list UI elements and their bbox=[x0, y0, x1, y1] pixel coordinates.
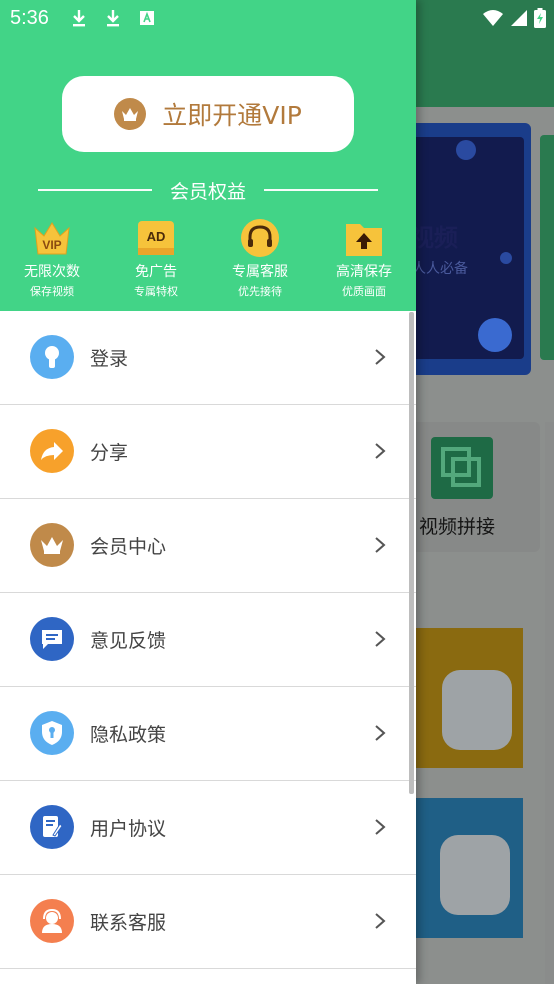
benefits-title: 会员权益 bbox=[170, 180, 247, 203]
benefit-title: 专属客服 bbox=[232, 264, 288, 280]
chevron-right-icon bbox=[375, 631, 386, 647]
menu-item-share[interactable]: 分享 bbox=[0, 405, 416, 499]
app-notification-icon bbox=[140, 11, 154, 25]
benefits-row: VIP 无限次数 保存视频 AD 免广告 专属特权 专属客服 优先接待 高清保存… bbox=[0, 218, 416, 302]
background-banner-subtitle: 人人必备 bbox=[412, 261, 468, 277]
benefit-hd-save: 高清保存 优质画面 bbox=[312, 218, 416, 299]
drawer-scrollbar[interactable] bbox=[409, 312, 414, 794]
background-card-label: 视频拼接 bbox=[419, 516, 496, 538]
menu-item-login[interactable]: 登录 bbox=[0, 311, 416, 405]
ad-icon: AD bbox=[136, 218, 176, 258]
menu-item-member-center[interactable]: 会员中心 bbox=[0, 499, 416, 593]
vip-button-label: 立即开通VIP bbox=[162, 101, 302, 130]
signal-icon bbox=[511, 10, 527, 26]
robot-illustration bbox=[442, 670, 512, 750]
benefit-title: 高清保存 bbox=[336, 264, 392, 280]
benefit-support: 专属客服 优先接待 bbox=[208, 218, 312, 299]
download-icon bbox=[107, 10, 119, 27]
video-merge-icon bbox=[431, 437, 493, 499]
support-agent-icon bbox=[30, 899, 74, 943]
robot-illustration bbox=[440, 835, 510, 915]
menu-item-user-agreement[interactable]: 用户协议 bbox=[0, 781, 416, 875]
chevron-right-icon bbox=[375, 819, 386, 835]
folder-upload-icon bbox=[344, 218, 384, 258]
document-icon bbox=[30, 805, 74, 849]
divider bbox=[38, 189, 152, 191]
chat-bubble-icon bbox=[30, 617, 74, 661]
wifi-icon bbox=[483, 10, 503, 26]
benefits-header: 会员权益 bbox=[38, 176, 379, 204]
menu-item-label: 意见反馈 bbox=[90, 630, 167, 652]
menu-item-label: 分享 bbox=[90, 442, 129, 464]
chevron-right-icon bbox=[375, 725, 386, 741]
menu-item-label: 联系客服 bbox=[90, 912, 167, 934]
benefit-subtitle: 专属特权 bbox=[134, 285, 178, 298]
shield-icon bbox=[30, 711, 74, 755]
benefit-title: 无限次数 bbox=[24, 264, 80, 280]
battery-icon bbox=[534, 8, 546, 28]
chevron-right-icon bbox=[375, 537, 386, 553]
benefit-subtitle: 优质画面 bbox=[342, 285, 386, 298]
background-banner-title: 视频 bbox=[410, 224, 458, 252]
chevron-right-icon bbox=[375, 913, 386, 929]
divider bbox=[264, 189, 379, 191]
benefit-title: 免广告 bbox=[135, 264, 177, 280]
menu-item-feedback[interactable]: 意见反馈 bbox=[0, 593, 416, 687]
benefit-unlimited: VIP 无限次数 保存视频 bbox=[0, 218, 104, 299]
drawer-menu: 登录 分享 会员中心 意见反馈 隐私政策 用户协议 联系客服 bbox=[0, 311, 416, 969]
download-icon bbox=[73, 10, 85, 27]
open-vip-button[interactable]: 立即开通VIP bbox=[62, 76, 354, 152]
status-time: 5:36 bbox=[10, 7, 49, 29]
status-indicators bbox=[482, 7, 546, 29]
share-arrow-icon bbox=[30, 429, 74, 473]
keyhole-icon bbox=[30, 335, 74, 379]
benefit-subtitle: 保存视频 bbox=[30, 285, 74, 298]
svg-text:VIP: VIP bbox=[42, 238, 61, 252]
menu-item-contact-support[interactable]: 联系客服 bbox=[0, 875, 416, 969]
menu-item-label: 用户协议 bbox=[90, 818, 167, 840]
menu-item-label: 登录 bbox=[90, 348, 129, 370]
menu-item-label: 会员中心 bbox=[90, 536, 167, 558]
svg-text:AD: AD bbox=[147, 229, 166, 244]
chevron-right-icon bbox=[375, 349, 386, 365]
menu-item-privacy-policy[interactable]: 隐私政策 bbox=[0, 687, 416, 781]
crown-icon bbox=[30, 523, 74, 567]
benefit-no-ads: AD 免广告 专属特权 bbox=[104, 218, 208, 299]
crown-icon bbox=[114, 98, 147, 130]
menu-item-label: 隐私政策 bbox=[90, 724, 167, 746]
benefit-subtitle: 优先接待 bbox=[238, 285, 282, 298]
vip-crown-icon: VIP bbox=[32, 218, 72, 258]
headset-icon bbox=[240, 218, 280, 258]
drawer-header: 立即开通VIP 会员权益 VIP 无限次数 保存视频 AD 免广告 专属特权 专… bbox=[0, 0, 416, 312]
navigation-drawer: 立即开通VIP 会员权益 VIP 无限次数 保存视频 AD 免广告 专属特权 专… bbox=[0, 0, 416, 984]
chevron-right-icon bbox=[375, 443, 386, 459]
status-bar: 5:36 bbox=[0, 0, 554, 36]
